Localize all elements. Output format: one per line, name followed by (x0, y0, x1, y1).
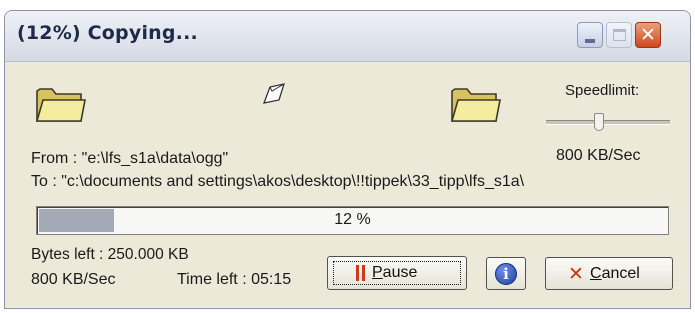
time-left: Time left : 05:15 (177, 271, 292, 288)
document-icon (262, 83, 285, 104)
minimize-icon (585, 39, 595, 43)
destination-path: To : "c:\documents and settings\akos\des… (31, 173, 525, 190)
speed-limit-label: Speedlimit: (565, 82, 640, 99)
progress-percent: 12 % (334, 211, 371, 228)
slider-thumb[interactable] (594, 113, 604, 131)
pause-icon (356, 265, 365, 281)
source-folder-icon (35, 88, 86, 122)
pause-button-label: Pause (372, 264, 418, 281)
maximize-icon (613, 29, 626, 41)
title-bar[interactable]: (12%) Copying... ✕ (5, 11, 690, 62)
destination-folder-icon (450, 88, 501, 122)
minimize-button[interactable] (577, 22, 603, 48)
pause-button[interactable]: Pause (327, 256, 467, 290)
speed-limit-slider[interactable] (538, 112, 678, 132)
cancel-x-icon: ✕ (568, 263, 584, 285)
close-button[interactable]: ✕ (635, 22, 661, 48)
info-icon: i (495, 263, 517, 285)
transfer-rate: 800 KB/Sec (31, 271, 116, 288)
copy-dialog-window: (12%) Copying... ✕ Speedlimit: 800 KB/Se… (4, 10, 691, 309)
cancel-button[interactable]: ✕ Cancel (545, 257, 673, 290)
slider-track[interactable] (546, 120, 670, 125)
window-title: (12%) Copying... (17, 22, 198, 44)
info-button[interactable]: i (486, 257, 526, 290)
bytes-left: Bytes left : 250.000 KB (31, 246, 189, 263)
close-icon: ✕ (640, 24, 656, 46)
cancel-button-label: Cancel (590, 265, 640, 282)
copy-progress-bar: 12 % (36, 206, 669, 235)
source-path: From : "e:\lfs_s1a\data\ogg" (31, 150, 229, 167)
maximize-button[interactable] (606, 22, 632, 48)
speed-limit-value: 800 KB/Sec (556, 147, 641, 164)
